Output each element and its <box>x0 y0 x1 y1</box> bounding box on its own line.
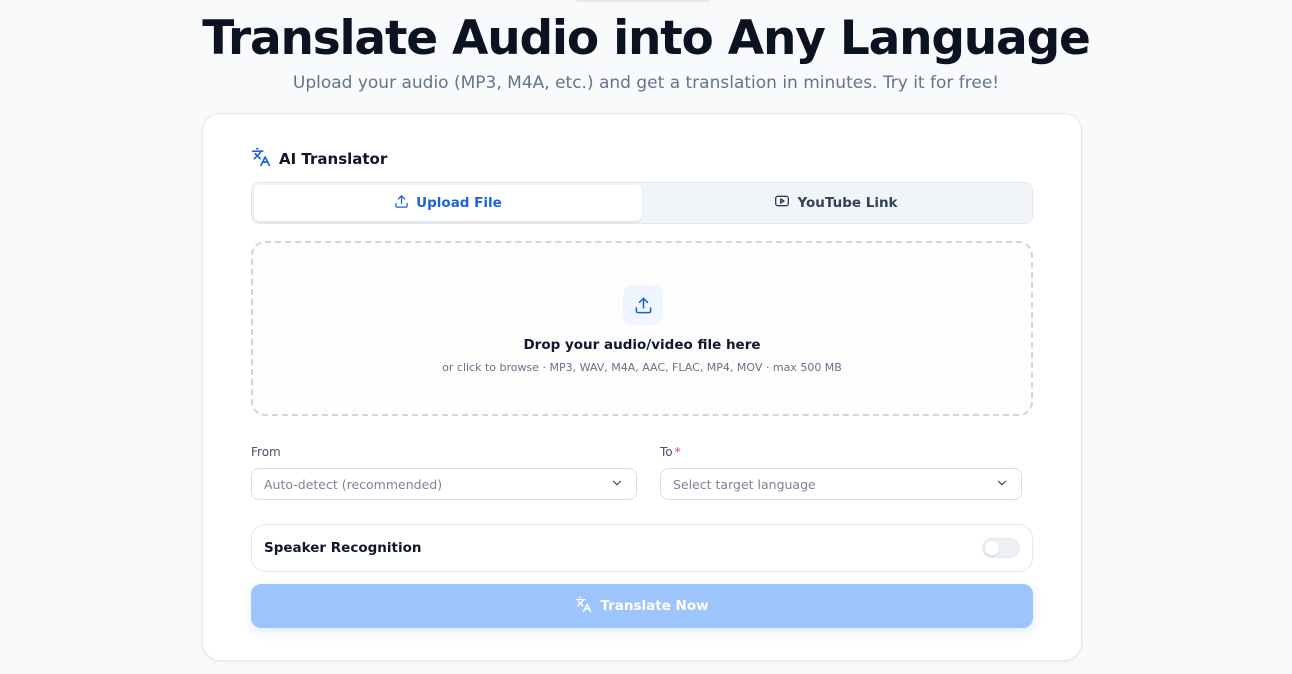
translate-now-button[interactable]: Translate Now <box>251 584 1033 628</box>
to-label: To * <box>660 445 681 459</box>
from-language-value: Auto-detect (recommended) <box>264 476 443 492</box>
from-label-text: From <box>251 445 281 459</box>
speaker-recognition-row: Speaker Recognition <box>251 524 1033 572</box>
page: Translate Audio into Any Language Upload… <box>0 0 1292 674</box>
source-tabs: Upload File YouTube Link <box>251 182 1033 224</box>
youtube-icon <box>774 193 790 213</box>
to-language-select[interactable]: Select target language <box>660 468 1022 500</box>
upload-icon <box>394 194 409 213</box>
from-language-select[interactable]: Auto-detect (recommended) <box>251 468 637 500</box>
page-subtitle: Upload your audio (MP3, M4A, etc.) and g… <box>292 73 1000 93</box>
top-nav-pill[interactable] <box>575 0 711 2</box>
tab-upload-file[interactable]: Upload File <box>254 185 642 221</box>
translate-now-label: Translate Now <box>600 598 709 614</box>
from-label: From <box>251 445 281 459</box>
tab-youtube-link-label: YouTube Link <box>797 195 898 211</box>
toggle-knob <box>985 541 999 555</box>
card-header: AI Translator <box>251 147 388 171</box>
dropzone-hint: or click to browse · MP3, WAV, M4A, AAC,… <box>442 361 842 374</box>
tab-upload-file-label: Upload File <box>416 195 502 211</box>
translate-icon <box>575 596 592 617</box>
page-title: Translate Audio into Any Language <box>202 11 1091 66</box>
file-dropzone[interactable]: Drop your audio/video file here or click… <box>251 241 1033 416</box>
to-language-placeholder: Select target language <box>673 476 816 492</box>
speaker-recognition-label: Speaker Recognition <box>264 540 422 556</box>
required-mark: * <box>674 445 681 459</box>
translate-icon <box>251 147 271 171</box>
speaker-recognition-toggle[interactable] <box>982 538 1020 558</box>
upload-icon <box>623 285 663 325</box>
chevron-down-icon <box>610 475 624 494</box>
dropzone-title: Drop your audio/video file here <box>523 337 761 353</box>
chevron-down-icon <box>995 475 1009 494</box>
card-title: AI Translator <box>279 150 388 168</box>
tab-youtube-link[interactable]: YouTube Link <box>642 185 1030 221</box>
translator-card: AI Translator Upload File YouTube Link D… <box>202 113 1082 661</box>
to-label-text: To <box>660 445 673 459</box>
